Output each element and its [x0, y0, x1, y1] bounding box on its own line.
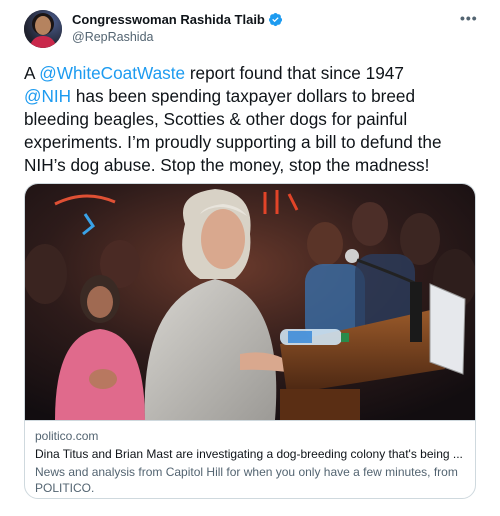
- mention-whitecoatwaste[interactable]: @WhiteCoatWaste: [39, 63, 185, 83]
- photo-speaker-at-podium: [25, 184, 475, 420]
- tweet[interactable]: Congresswoman Rashida Tlaib @RepRashida …: [0, 0, 500, 516]
- tweet-text: A @WhiteCoatWaste report found that sinc…: [24, 62, 484, 177]
- link-card-image[interactable]: [25, 184, 475, 420]
- author-display-name[interactable]: Congresswoman Rashida Tlaib: [72, 12, 265, 27]
- link-card-title[interactable]: Dina Titus and Brian Mast are investigat…: [35, 447, 471, 461]
- tweet-text-part: report found that since 1947: [185, 63, 404, 83]
- mention-nih[interactable]: @NIH: [24, 86, 71, 106]
- link-preview-card[interactable]: politico.com Dina Titus and Brian Mast a…: [24, 183, 476, 499]
- author-handle[interactable]: @RepRashida: [72, 30, 153, 44]
- link-card-description: News and analysis from Capitol Hill for …: [35, 465, 458, 495]
- tweet-text-part: has been spending taxpayer dollars to br…: [24, 86, 442, 175]
- author-name-row[interactable]: Congresswoman Rashida Tlaib: [72, 12, 283, 27]
- avatar[interactable]: [24, 10, 62, 48]
- verified-badge-icon: [268, 12, 282, 27]
- link-card-meta[interactable]: politico.com Dina Titus and Brian Mast a…: [25, 420, 475, 498]
- link-card-domain: politico.com: [35, 429, 99, 443]
- more-options-icon[interactable]: •••: [460, 10, 478, 26]
- tweet-text-part: A: [24, 63, 40, 83]
